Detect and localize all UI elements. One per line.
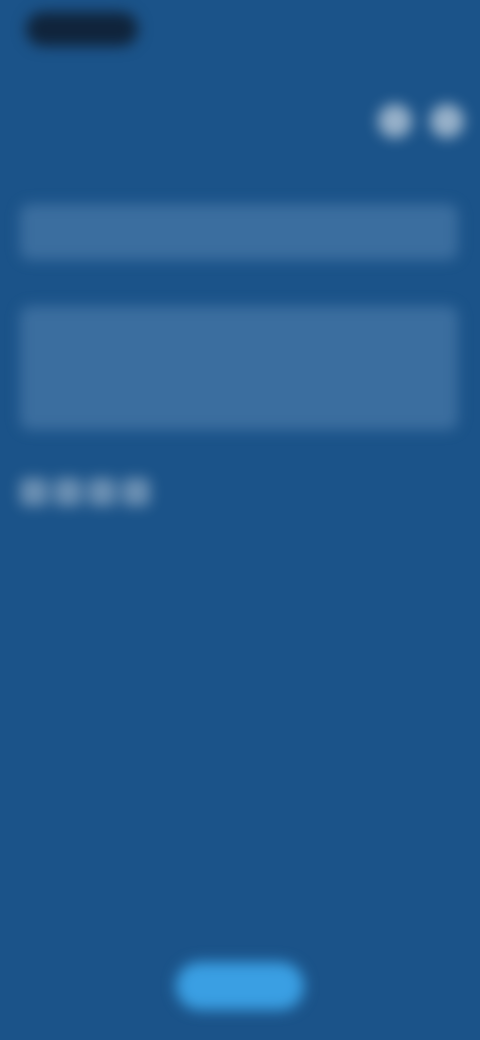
chip-group <box>20 478 150 506</box>
chip-2[interactable] <box>54 478 82 506</box>
action-circle-icon-1[interactable] <box>378 104 412 138</box>
blurred-screen <box>0 0 480 1040</box>
header-actions <box>378 104 464 138</box>
chip-4[interactable] <box>122 478 150 506</box>
chip-1[interactable] <box>20 478 48 506</box>
primary-action-button[interactable] <box>176 962 304 1010</box>
chip-3[interactable] <box>88 478 116 506</box>
status-pill <box>26 12 138 46</box>
meta-info <box>300 452 450 462</box>
action-circle-icon-2[interactable] <box>430 104 464 138</box>
field-2-textarea[interactable] <box>20 306 458 430</box>
field-1-input[interactable] <box>20 204 458 260</box>
